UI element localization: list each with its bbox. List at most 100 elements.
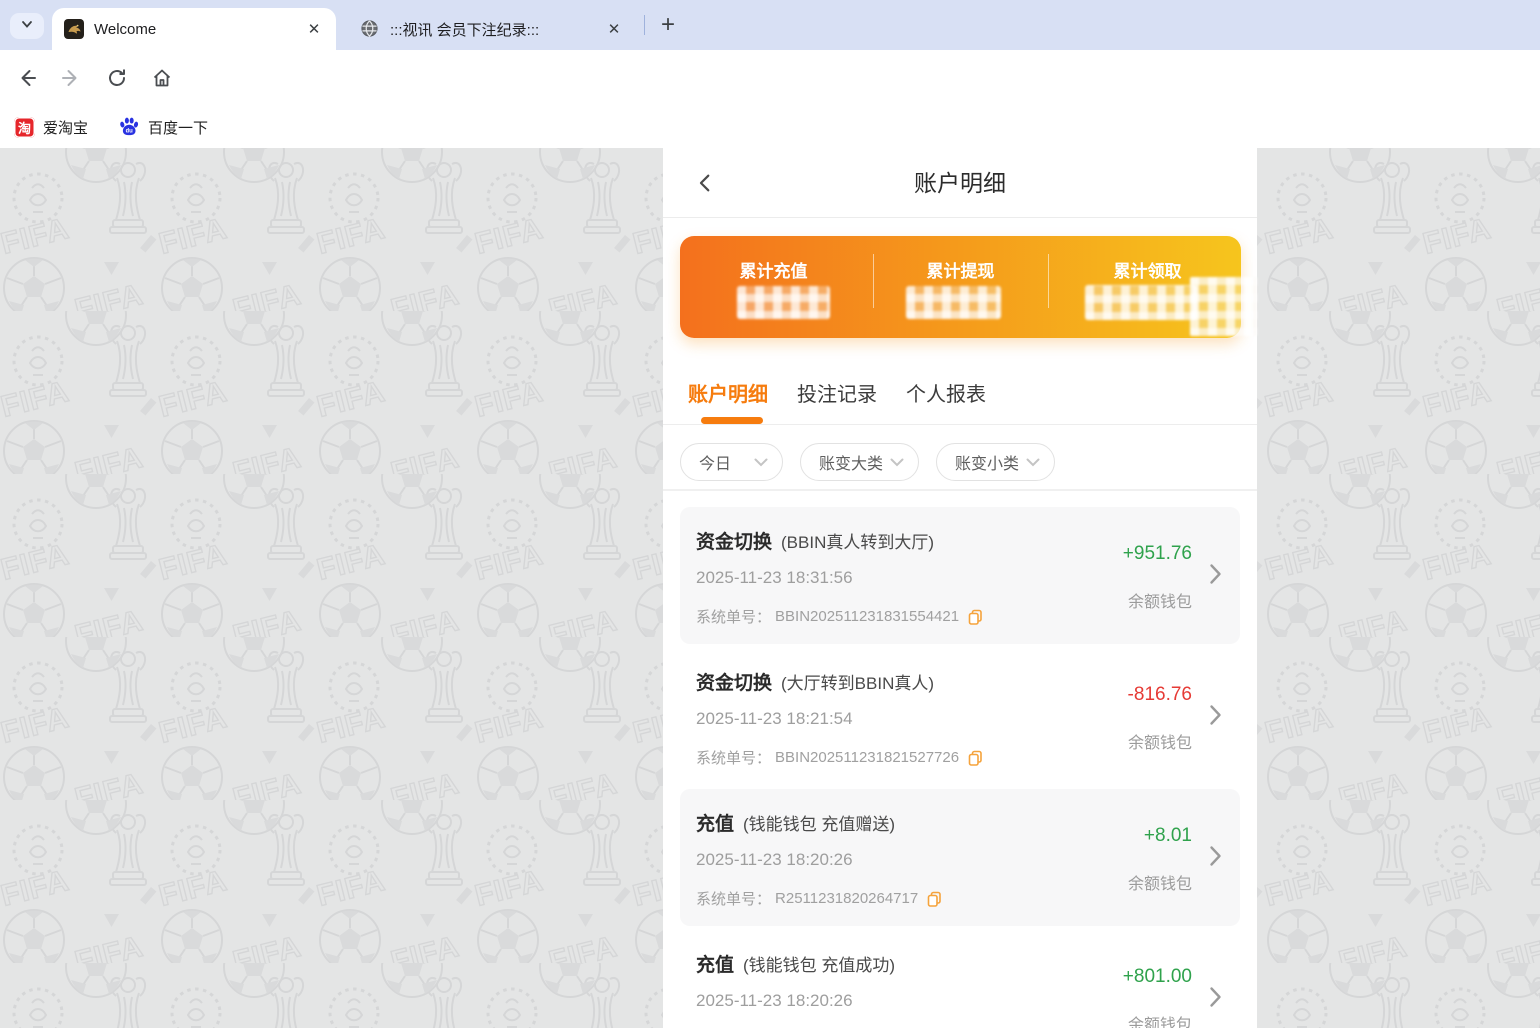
site-favicon-dragon-icon: [64, 19, 84, 39]
transaction-datetime: 2025-11-23 18:20:26: [696, 850, 853, 869]
order-number: BBIN202511231831554421: [775, 608, 960, 625]
forward-button[interactable]: [54, 61, 88, 95]
bookmark-label: 爱淘宝: [43, 119, 89, 137]
tab-strip: Welcome ✕ :::视讯 会员下注纪录::: ✕ +: [0, 0, 1540, 50]
transaction-title: 充值 (钱能钱包 充值赠送): [696, 809, 895, 836]
tabs-divider: [663, 424, 1257, 425]
filter-row: 今日 账变大类 账变小类: [680, 443, 1072, 481]
page-title: 账户明细: [914, 170, 1006, 196]
transaction-datetime: 2025-11-23 18:21:54: [696, 709, 853, 728]
filters-divider: [663, 489, 1257, 491]
tab-title: :::视讯 会员下注纪录:::: [390, 21, 540, 39]
back-chevron-button[interactable]: [689, 166, 723, 200]
filter-major-category-dropdown[interactable]: 账变大类: [800, 443, 919, 481]
taobao-icon: 淘: [14, 116, 35, 138]
tab-welcome[interactable]: Welcome ✕: [52, 8, 336, 50]
transaction-subtitle: (BBIN真人转到大厅): [781, 533, 935, 552]
order-label: 系统单号：: [696, 750, 772, 767]
bookmarks-bar: 淘 爱淘宝 du 百度一下: [0, 106, 1540, 148]
summary-label: 累计提现: [926, 262, 995, 281]
order-label: 系统单号：: [696, 609, 772, 626]
transaction-wallet: 余额钱包: [1127, 876, 1192, 893]
bookmark-taobao[interactable]: 淘 爱淘宝: [14, 116, 89, 138]
transaction-amount: +8.01: [1143, 825, 1192, 846]
browser-window: Welcome ✕ :::视讯 会员下注纪录::: ✕ + 淘 爱淘宝 du 百…: [0, 0, 1540, 1028]
filter-date-dropdown[interactable]: 今日: [680, 443, 783, 481]
transaction-datetime: 2025-11-23 18:31:56: [696, 568, 853, 587]
censored-value-blur: [906, 286, 1001, 319]
transaction-row[interactable]: 资金切换 (BBIN真人转到大厅) 2025-11-23 18:31:56 系统单…: [680, 507, 1240, 644]
transaction-amount: +951.76: [1122, 543, 1192, 564]
transaction-subtitle: (大厅转到BBIN真人): [781, 674, 935, 693]
censored-value-blur: [1190, 277, 1257, 336]
chevron-down-icon: [1026, 458, 1040, 466]
transaction-order-line: 系统单号： BBIN202511231821527726: [696, 747, 983, 768]
chevron-right-icon: [1209, 563, 1222, 590]
transaction-title: 资金切换 (BBIN真人转到大厅): [696, 527, 934, 554]
transaction-title: 充值 (钱能钱包 充值成功): [696, 950, 895, 977]
transaction-subtitle: (钱能钱包 充值赠送): [743, 815, 896, 834]
bookmark-label: 百度一下: [148, 119, 209, 137]
svg-text:du: du: [126, 128, 134, 134]
transaction-title: 资金切换 (大厅转到BBIN真人): [696, 668, 934, 695]
globe-icon: [360, 19, 380, 39]
active-tab-underline: [701, 417, 763, 424]
order-number: BBIN202511231821527726: [775, 749, 960, 766]
censored-value-blur: [737, 286, 830, 319]
transaction-wallet: 余额钱包: [1127, 1017, 1192, 1028]
transaction-subtitle: (钱能钱包 充值成功): [743, 956, 896, 975]
home-button[interactable]: [145, 61, 179, 95]
censored-value-blur: [1085, 285, 1197, 320]
transaction-type: 充值: [696, 955, 735, 976]
transaction-wallet: 余额钱包: [1127, 735, 1192, 752]
filter-minor-category-dropdown[interactable]: 账变小类: [936, 443, 1055, 481]
tab-title: Welcome: [94, 20, 157, 38]
tab-divider: [644, 15, 645, 35]
chevron-down-icon: [754, 458, 768, 466]
copy-icon[interactable]: [968, 750, 983, 766]
copy-icon[interactable]: [968, 609, 983, 625]
tab-search-button[interactable]: [10, 13, 44, 39]
transaction-amount: +801.00: [1122, 966, 1192, 987]
page-content: FIFA FIFA 账户明细 累计充值: [0, 148, 1540, 1028]
baidu-paw-icon: du: [118, 116, 140, 138]
transaction-datetime: 2025-11-23 18:20:26: [696, 991, 853, 1010]
filter-label: 今日: [699, 456, 732, 473]
tab-bet-records[interactable]: 投注记录: [797, 378, 877, 407]
chevron-right-icon: [1209, 986, 1222, 1013]
account-detail-panel: 账户明细 累计充值 累计提现 累计领取 账户明细 投注记录 个人报表 今日 账变…: [663, 148, 1257, 1028]
back-button[interactable]: [10, 61, 44, 95]
reload-button[interactable]: [100, 61, 134, 95]
tab-close-icon[interactable]: ✕: [304, 19, 324, 39]
tab-betting-records[interactable]: :::视讯 会员下注纪录::: ✕: [348, 8, 636, 50]
transaction-row[interactable]: 充值(钱能钱包 充值成功) 2025-11-23 18:20:26 系统单号： …: [680, 930, 1240, 1028]
filter-label: 账变小类: [955, 456, 1020, 473]
transaction-row[interactable]: 资金切换 (大厅转到BBIN真人) 2025-11-23 18:21:54 系统单…: [680, 648, 1240, 785]
transaction-amount: -816.76: [1127, 684, 1192, 705]
tab-close-icon[interactable]: ✕: [604, 19, 624, 39]
chevron-down-icon: [20, 17, 34, 36]
order-label: 系统单号：: [696, 891, 772, 908]
bookmark-baidu[interactable]: du 百度一下: [118, 116, 208, 138]
tab-personal-report[interactable]: 个人报表: [906, 378, 986, 407]
filter-label: 账变大类: [819, 456, 884, 473]
transaction-type: 资金切换: [696, 532, 773, 553]
chevron-down-icon: [890, 458, 904, 466]
transaction-row[interactable]: 充值 (钱能钱包 充值赠送) 2025-11-23 18:20:26 系统单号： …: [680, 789, 1240, 926]
tab-account-detail[interactable]: 账户明细: [688, 378, 768, 407]
order-number: R2511231820264717: [775, 890, 919, 907]
transaction-type: 充值: [696, 814, 735, 835]
transaction-type: 资金切换: [696, 673, 773, 694]
summary-divider: [873, 254, 874, 308]
new-tab-button[interactable]: +: [654, 11, 682, 39]
summary-divider: [1048, 254, 1049, 308]
panel-header: 账户明细: [663, 148, 1257, 218]
summary-label: 累计充值: [739, 262, 808, 281]
transaction-order-line: 系统单号： BBIN202511231831554421: [696, 606, 983, 627]
browser-toolbar: 175616.cc/reports/index: [0, 50, 1540, 149]
record-list: 资金切换 (BBIN真人转到大厅) 2025-11-23 18:31:56 系统单…: [680, 507, 1240, 1028]
chevron-right-icon: [1209, 845, 1222, 872]
chevron-right-icon: [1209, 704, 1222, 731]
copy-icon[interactable]: [927, 891, 942, 907]
transaction-order-line: 系统单号： R2511231820264717: [696, 888, 942, 909]
